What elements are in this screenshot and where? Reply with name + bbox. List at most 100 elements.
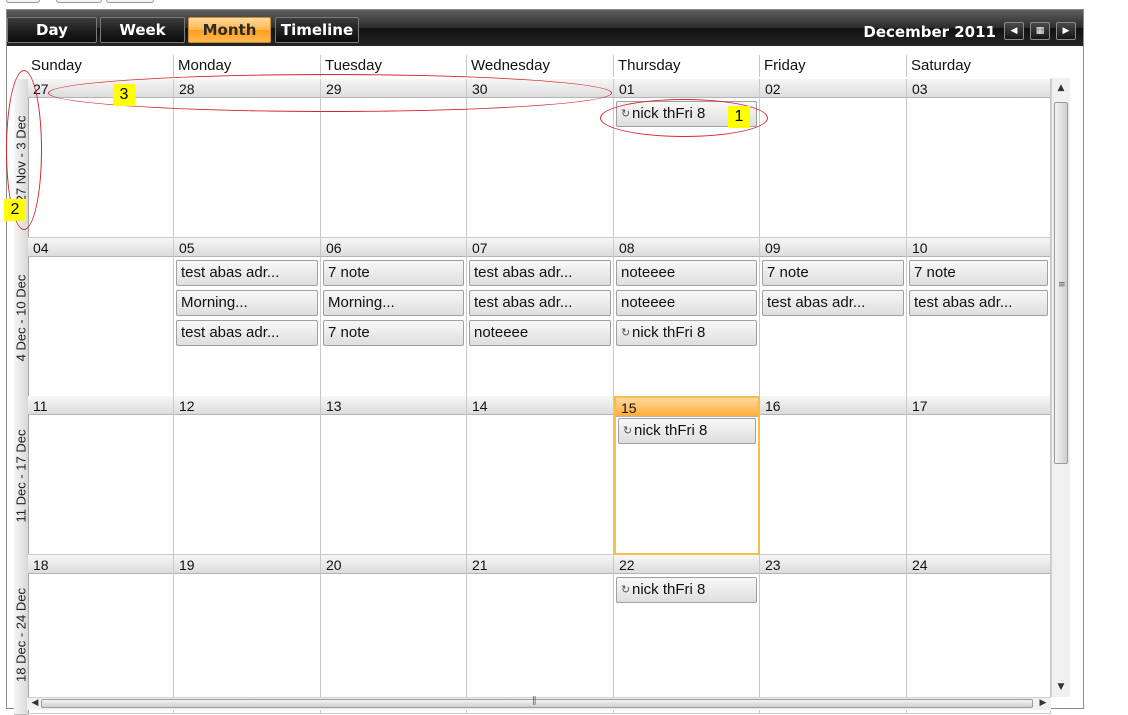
next-button[interactable]: ▶ — [1056, 22, 1076, 40]
day-number[interactable]: 11 — [28, 396, 173, 415]
day-cell[interactable]: 17 — [907, 396, 1051, 555]
appointment-subject: test abas adr... — [181, 324, 280, 341]
appointment[interactable]: test abas adr... — [176, 320, 318, 346]
appointment[interactable]: test abas adr... — [469, 260, 611, 286]
annotation-marker-1: 1 — [728, 106, 750, 128]
day-number[interactable]: 22 — [614, 555, 759, 574]
horizontal-scroll-thumb[interactable]: ∥ — [41, 696, 1033, 708]
current-period-label: December 2011 — [863, 23, 996, 41]
day-number[interactable]: 19 — [174, 555, 320, 574]
day-number[interactable]: 03 — [907, 79, 1050, 98]
day-cell[interactable]: 21 — [467, 555, 614, 714]
appointment-subject: 7 note — [328, 324, 370, 341]
scheduler-toolbar: Day Week Month Timeline December 2011 ◀ … — [7, 10, 1083, 46]
appointment[interactable]: Morning... — [323, 290, 464, 316]
day-cell[interactable]: 11 — [28, 396, 174, 555]
day-cell[interactable]: 20 — [321, 555, 467, 714]
week-range-text: 18 Dec - 24 Dec — [14, 587, 29, 682]
week-range-label[interactable]: 11 Dec - 17 Dec — [14, 396, 29, 556]
recurring-appointment[interactable]: ↻ nick thFri 8 — [618, 418, 756, 444]
day-number[interactable]: 07 — [467, 238, 613, 257]
day-cell[interactable]: 12 — [174, 396, 321, 555]
vertical-scroll-thumb[interactable]: ≡ — [1054, 102, 1068, 464]
appointment[interactable]: noteeee — [469, 320, 611, 346]
scroll-right-icon[interactable]: ▶ — [1035, 695, 1051, 711]
calendar-grid-icon: ▦ — [1035, 26, 1045, 36]
day-number[interactable]: 02 — [760, 79, 906, 98]
day-cell[interactable]: 07 test abas adr... test abas adr... noteee… — [467, 238, 614, 397]
week-view-button[interactable]: Week — [100, 17, 185, 43]
day-cell[interactable]: 06 7 note Morning... 7 note — [321, 238, 467, 397]
appointment[interactable]: 7 note — [323, 320, 464, 346]
previous-button[interactable]: ◀ — [1004, 22, 1024, 40]
day-number[interactable]: 18 — [28, 555, 173, 574]
appointment[interactable]: noteeee — [616, 260, 757, 286]
day-number[interactable]: 24 — [907, 555, 1050, 574]
day-cell[interactable]: 05 test abas adr... Morning... test abas ad… — [174, 238, 321, 397]
month-view-button[interactable]: Month — [188, 17, 271, 43]
timeline-view-button[interactable]: Timeline — [275, 17, 359, 43]
appointment-subject: 7 note — [328, 264, 370, 281]
day-cell[interactable]: 03 — [907, 79, 1051, 238]
day-cell[interactable]: 04 — [28, 238, 174, 397]
day-number[interactable]: 09 — [760, 238, 906, 257]
day-number[interactable]: 04 — [28, 238, 173, 257]
triangle-right-icon: ▶ — [1062, 26, 1070, 36]
week-row: 18 Dec - 24 Dec 18 19 20 21 22 ↻ nick thFri 8 23… — [14, 555, 1051, 715]
horizontal-scrollbar[interactable]: ◀ ∥ ▶ — [27, 695, 1051, 711]
day-cell[interactable]: 13 — [321, 396, 467, 555]
day-name-header: Thursday — [613, 55, 759, 77]
day-number[interactable]: 20 — [321, 555, 466, 574]
day-number[interactable]: 10 — [907, 238, 1050, 257]
day-number[interactable]: 15 — [616, 398, 758, 417]
week-range-label[interactable]: 4 Dec - 10 Dec — [14, 238, 29, 398]
day-number[interactable]: 08 — [614, 238, 759, 257]
annotation-marker-3: 3 — [113, 84, 135, 106]
day-number[interactable]: 06 — [321, 238, 466, 257]
today-button[interactable]: ▦ — [1030, 22, 1050, 40]
appointment[interactable]: 7 note — [762, 260, 904, 286]
day-cell[interactable]: 18 — [28, 555, 174, 714]
day-cell[interactable]: 23 — [760, 555, 907, 714]
day-number[interactable]: 01 — [614, 79, 759, 98]
appointment[interactable]: 7 note — [909, 260, 1048, 286]
day-name-header: Wednesday — [466, 55, 613, 77]
day-number[interactable]: 16 — [760, 396, 906, 415]
appointment-subject: nick thFri 8 — [634, 422, 708, 439]
appointment[interactable]: test abas adr... — [762, 290, 904, 316]
day-cell[interactable]: 16 — [760, 396, 907, 555]
appointment-subject: noteeee — [621, 264, 676, 281]
day-cell[interactable]: 09 7 note test abas adr... — [760, 238, 907, 397]
day-number[interactable]: 05 — [174, 238, 320, 257]
day-view-button[interactable]: Day — [7, 17, 97, 43]
day-number[interactable]: 17 — [907, 396, 1050, 415]
grip-icon: ≡ — [1058, 280, 1066, 290]
day-number[interactable]: 14 — [467, 396, 613, 415]
recurring-appointment[interactable]: ↻ nick thFri 8 — [616, 577, 757, 603]
appointment[interactable]: Morning... — [176, 290, 318, 316]
day-number[interactable]: 21 — [467, 555, 613, 574]
appointment[interactable]: noteeee — [616, 290, 757, 316]
day-cell[interactable]: 14 — [467, 396, 614, 555]
day-cell[interactable]: 22 ↻ nick thFri 8 — [614, 555, 760, 714]
day-number[interactable]: 23 — [760, 555, 906, 574]
day-cell[interactable]: 02 — [760, 79, 907, 238]
appointment[interactable]: test abas adr... — [176, 260, 318, 286]
day-cell[interactable]: 24 — [907, 555, 1051, 714]
appointment-subject: nick thFri 8 — [632, 581, 706, 598]
vertical-scrollbar[interactable]: ▲ ≡ ▼ — [1051, 78, 1070, 697]
appointment[interactable]: 7 note — [323, 260, 464, 286]
appointment[interactable]: test abas adr... — [909, 290, 1048, 316]
recurring-appointment[interactable]: ↻ nick thFri 8 — [616, 320, 757, 346]
scroll-up-icon[interactable]: ▲ — [1053, 80, 1069, 96]
week-range-label[interactable]: 18 Dec - 24 Dec — [14, 555, 29, 715]
day-cell[interactable]: 08 noteeee noteeee ↻ nick thFri 8 — [614, 238, 760, 397]
day-number[interactable]: 13 — [321, 396, 466, 415]
recurrence-icon: ↻ — [621, 584, 631, 596]
scroll-down-icon[interactable]: ▼ — [1053, 679, 1069, 695]
day-number[interactable]: 12 — [174, 396, 320, 415]
day-cell[interactable]: 19 — [174, 555, 321, 714]
day-cell[interactable]: 10 7 note test abas adr... — [907, 238, 1051, 397]
appointment[interactable]: test abas adr... — [469, 290, 611, 316]
today-day-cell[interactable]: 15 ↻ nick thFri 8 — [614, 396, 760, 555]
